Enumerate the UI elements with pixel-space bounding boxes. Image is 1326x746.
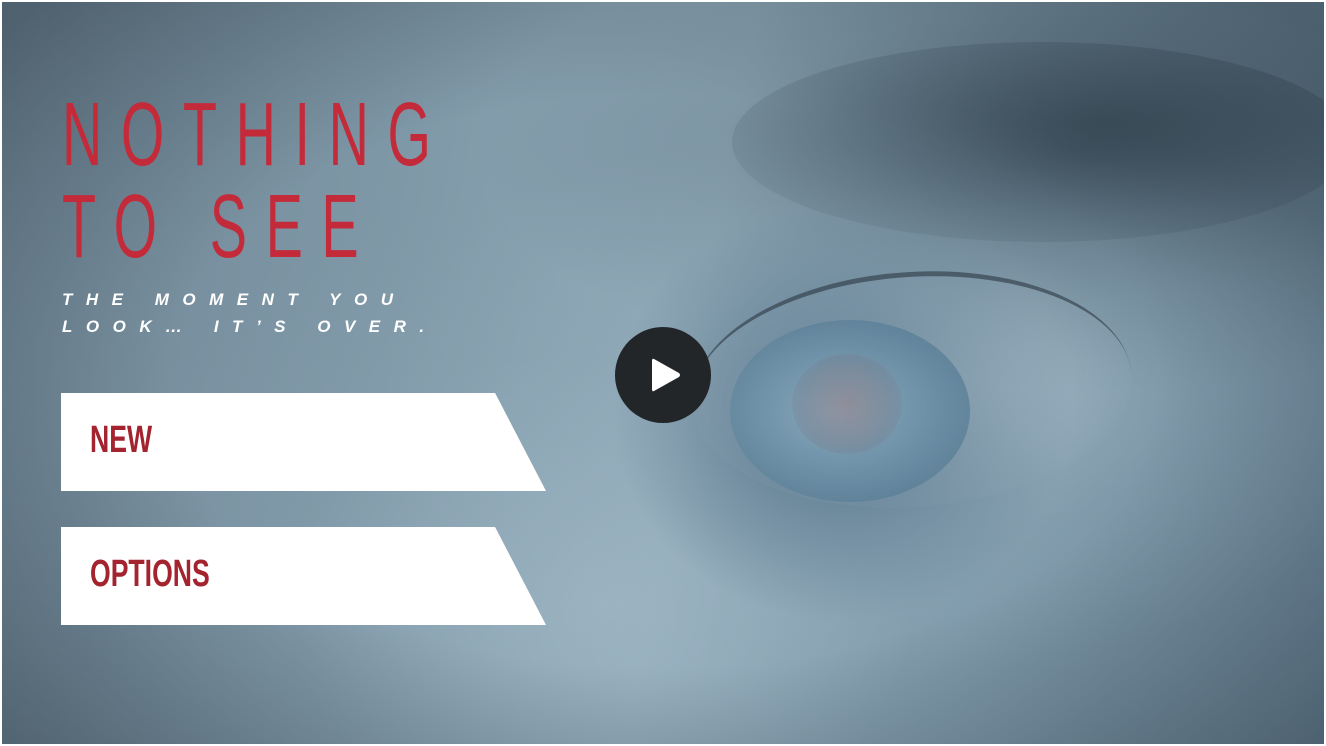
play-button[interactable] xyxy=(615,327,711,423)
play-icon xyxy=(652,358,680,392)
title-screen: NOTHING TO SEE THE MOMENT YOU LOOK… IT’S… xyxy=(2,2,1324,744)
game-title-line-1: NOTHING xyxy=(62,85,450,185)
tagline-line-2: LOOK… IT’S OVER. xyxy=(62,317,438,336)
tagline-line-1: THE MOMENT YOU xyxy=(62,290,407,309)
game-title-line-2: TO SEE xyxy=(62,177,378,277)
options-label: OPTIONS xyxy=(90,553,210,595)
options-button[interactable]: OPTIONS xyxy=(61,527,546,625)
new-game-button[interactable]: NEW xyxy=(61,393,546,491)
new-game-label: NEW xyxy=(90,419,153,461)
